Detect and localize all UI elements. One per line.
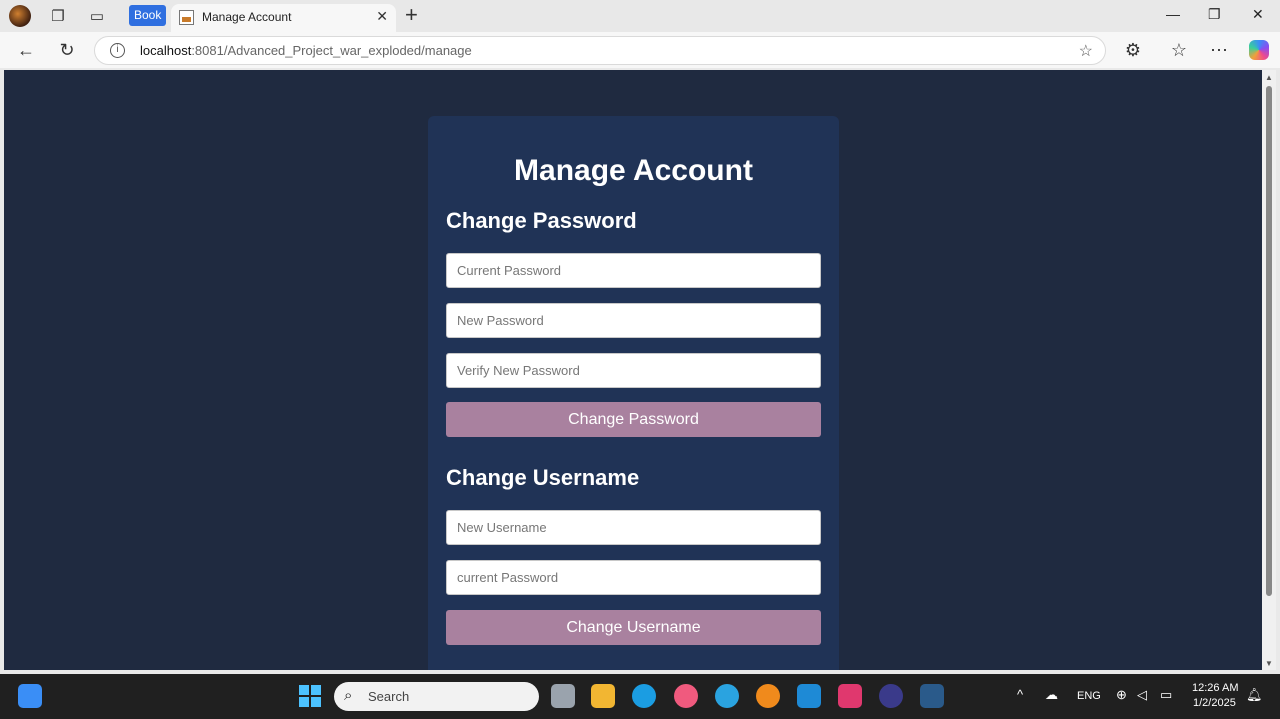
close-tab-icon[interactable]: ✕	[376, 8, 388, 25]
task-view-icon[interactable]	[551, 684, 575, 708]
url-path: :8081/Advanced_Project_war_exploded/mana…	[191, 43, 472, 58]
change-username-button[interactable]: Change Username	[446, 610, 821, 645]
itunes-icon[interactable]	[674, 684, 698, 708]
refresh-icon[interactable]: ↻	[55, 38, 79, 62]
start-icon[interactable]	[299, 685, 321, 707]
clock-date[interactable]: 1/2/2025	[1193, 697, 1236, 709]
mysql-workbench-icon[interactable]	[920, 684, 944, 708]
more-menu-icon[interactable]: ⋯	[1207, 38, 1231, 62]
change-password-heading: Change Password	[446, 208, 637, 233]
file-explorer-icon[interactable]	[591, 684, 615, 708]
new-tab-icon[interactable]: +	[405, 2, 418, 28]
onedrive-icon[interactable]: ☁	[1045, 687, 1058, 703]
workspaces-icon[interactable]: ❐	[46, 4, 70, 28]
manage-account-card: Manage Account Change Password Change Pa…	[428, 116, 839, 670]
change-password-button[interactable]: Change Password	[446, 402, 821, 437]
battery-icon[interactable]: ▭	[1160, 687, 1172, 703]
page-title: Manage Account	[514, 154, 753, 187]
address-bar[interactable]: i localhost:8081/Advanced_Project_war_ex…	[94, 36, 1106, 65]
current-password-input[interactable]	[446, 253, 821, 288]
pinned-tab-book[interactable]: Book	[129, 5, 167, 26]
close-window-icon[interactable]: ✕	[1252, 6, 1264, 23]
taskbar-search[interactable]: ⌕ Search	[334, 682, 539, 711]
minimize-icon[interactable]: —	[1166, 6, 1180, 22]
favorite-star-icon[interactable]: ☆	[1079, 41, 1093, 61]
volume-icon[interactable]: ◁	[1137, 687, 1147, 703]
title-bar: ❐ ▭ Book Manage Account ✕ + — ❐ ✕	[0, 0, 1280, 32]
edge-icon[interactable]	[632, 684, 656, 708]
widgets-icon[interactable]	[18, 684, 42, 708]
scroll-thumb[interactable]	[1266, 86, 1272, 596]
scroll-down-icon[interactable]: ▼	[1265, 659, 1273, 668]
page-viewport: Manage Account Change Password Change Pa…	[4, 70, 1262, 670]
profile-avatar[interactable]	[9, 5, 31, 27]
copilot-icon[interactable]	[1249, 40, 1269, 60]
taskbar: ⌕ Search ^ ☁ ENG ⊕ ◁ ▭ 12:26 AM 1/2/2025…	[0, 674, 1280, 719]
new-password-input[interactable]	[446, 303, 821, 338]
site-info-icon[interactable]: i	[110, 43, 125, 58]
intellij-icon[interactable]	[838, 684, 862, 708]
tab-actions-icon[interactable]: ▭	[85, 4, 109, 28]
orange-app-icon[interactable]	[756, 684, 780, 708]
tray-overflow-icon[interactable]: ^	[1017, 687, 1023, 702]
network-icon[interactable]: ⊕	[1116, 687, 1127, 703]
eclipse-icon[interactable]	[879, 684, 903, 708]
back-icon[interactable]: ←	[14, 38, 38, 62]
tab-title: Manage Account	[202, 10, 292, 24]
change-username-heading: Change Username	[446, 465, 640, 490]
scroll-up-icon[interactable]: ▲	[1265, 73, 1273, 82]
url-host: localhost	[140, 43, 192, 58]
url-text: localhost:8081/Advanced_Project_war_expl…	[140, 43, 472, 58]
favorites-icon[interactable]: ☆	[1167, 38, 1191, 62]
new-username-input[interactable]	[446, 510, 821, 545]
restore-icon[interactable]: ❐	[1208, 6, 1221, 23]
notifications-icon[interactable]: 🔔︎	[1246, 687, 1263, 703]
telegram-icon[interactable]	[715, 684, 739, 708]
page-favicon-icon	[179, 10, 194, 25]
extensions-icon[interactable]: ⚙	[1121, 38, 1145, 62]
verify-password-input[interactable]	[446, 353, 821, 388]
vertical-scrollbar[interactable]: ▲ ▼	[1262, 70, 1276, 670]
navigation-bar: ← ↻ i localhost:8081/Advanced_Project_wa…	[0, 32, 1280, 68]
tab-manage-account[interactable]: Manage Account ✕	[171, 4, 396, 32]
language-indicator[interactable]: ENG	[1077, 690, 1101, 702]
vscode-icon[interactable]	[797, 684, 821, 708]
username-current-password-input[interactable]	[446, 560, 821, 595]
search-icon: ⌕	[344, 687, 353, 704]
search-placeholder: Search	[368, 689, 410, 704]
clock-time[interactable]: 12:26 AM	[1192, 682, 1238, 694]
